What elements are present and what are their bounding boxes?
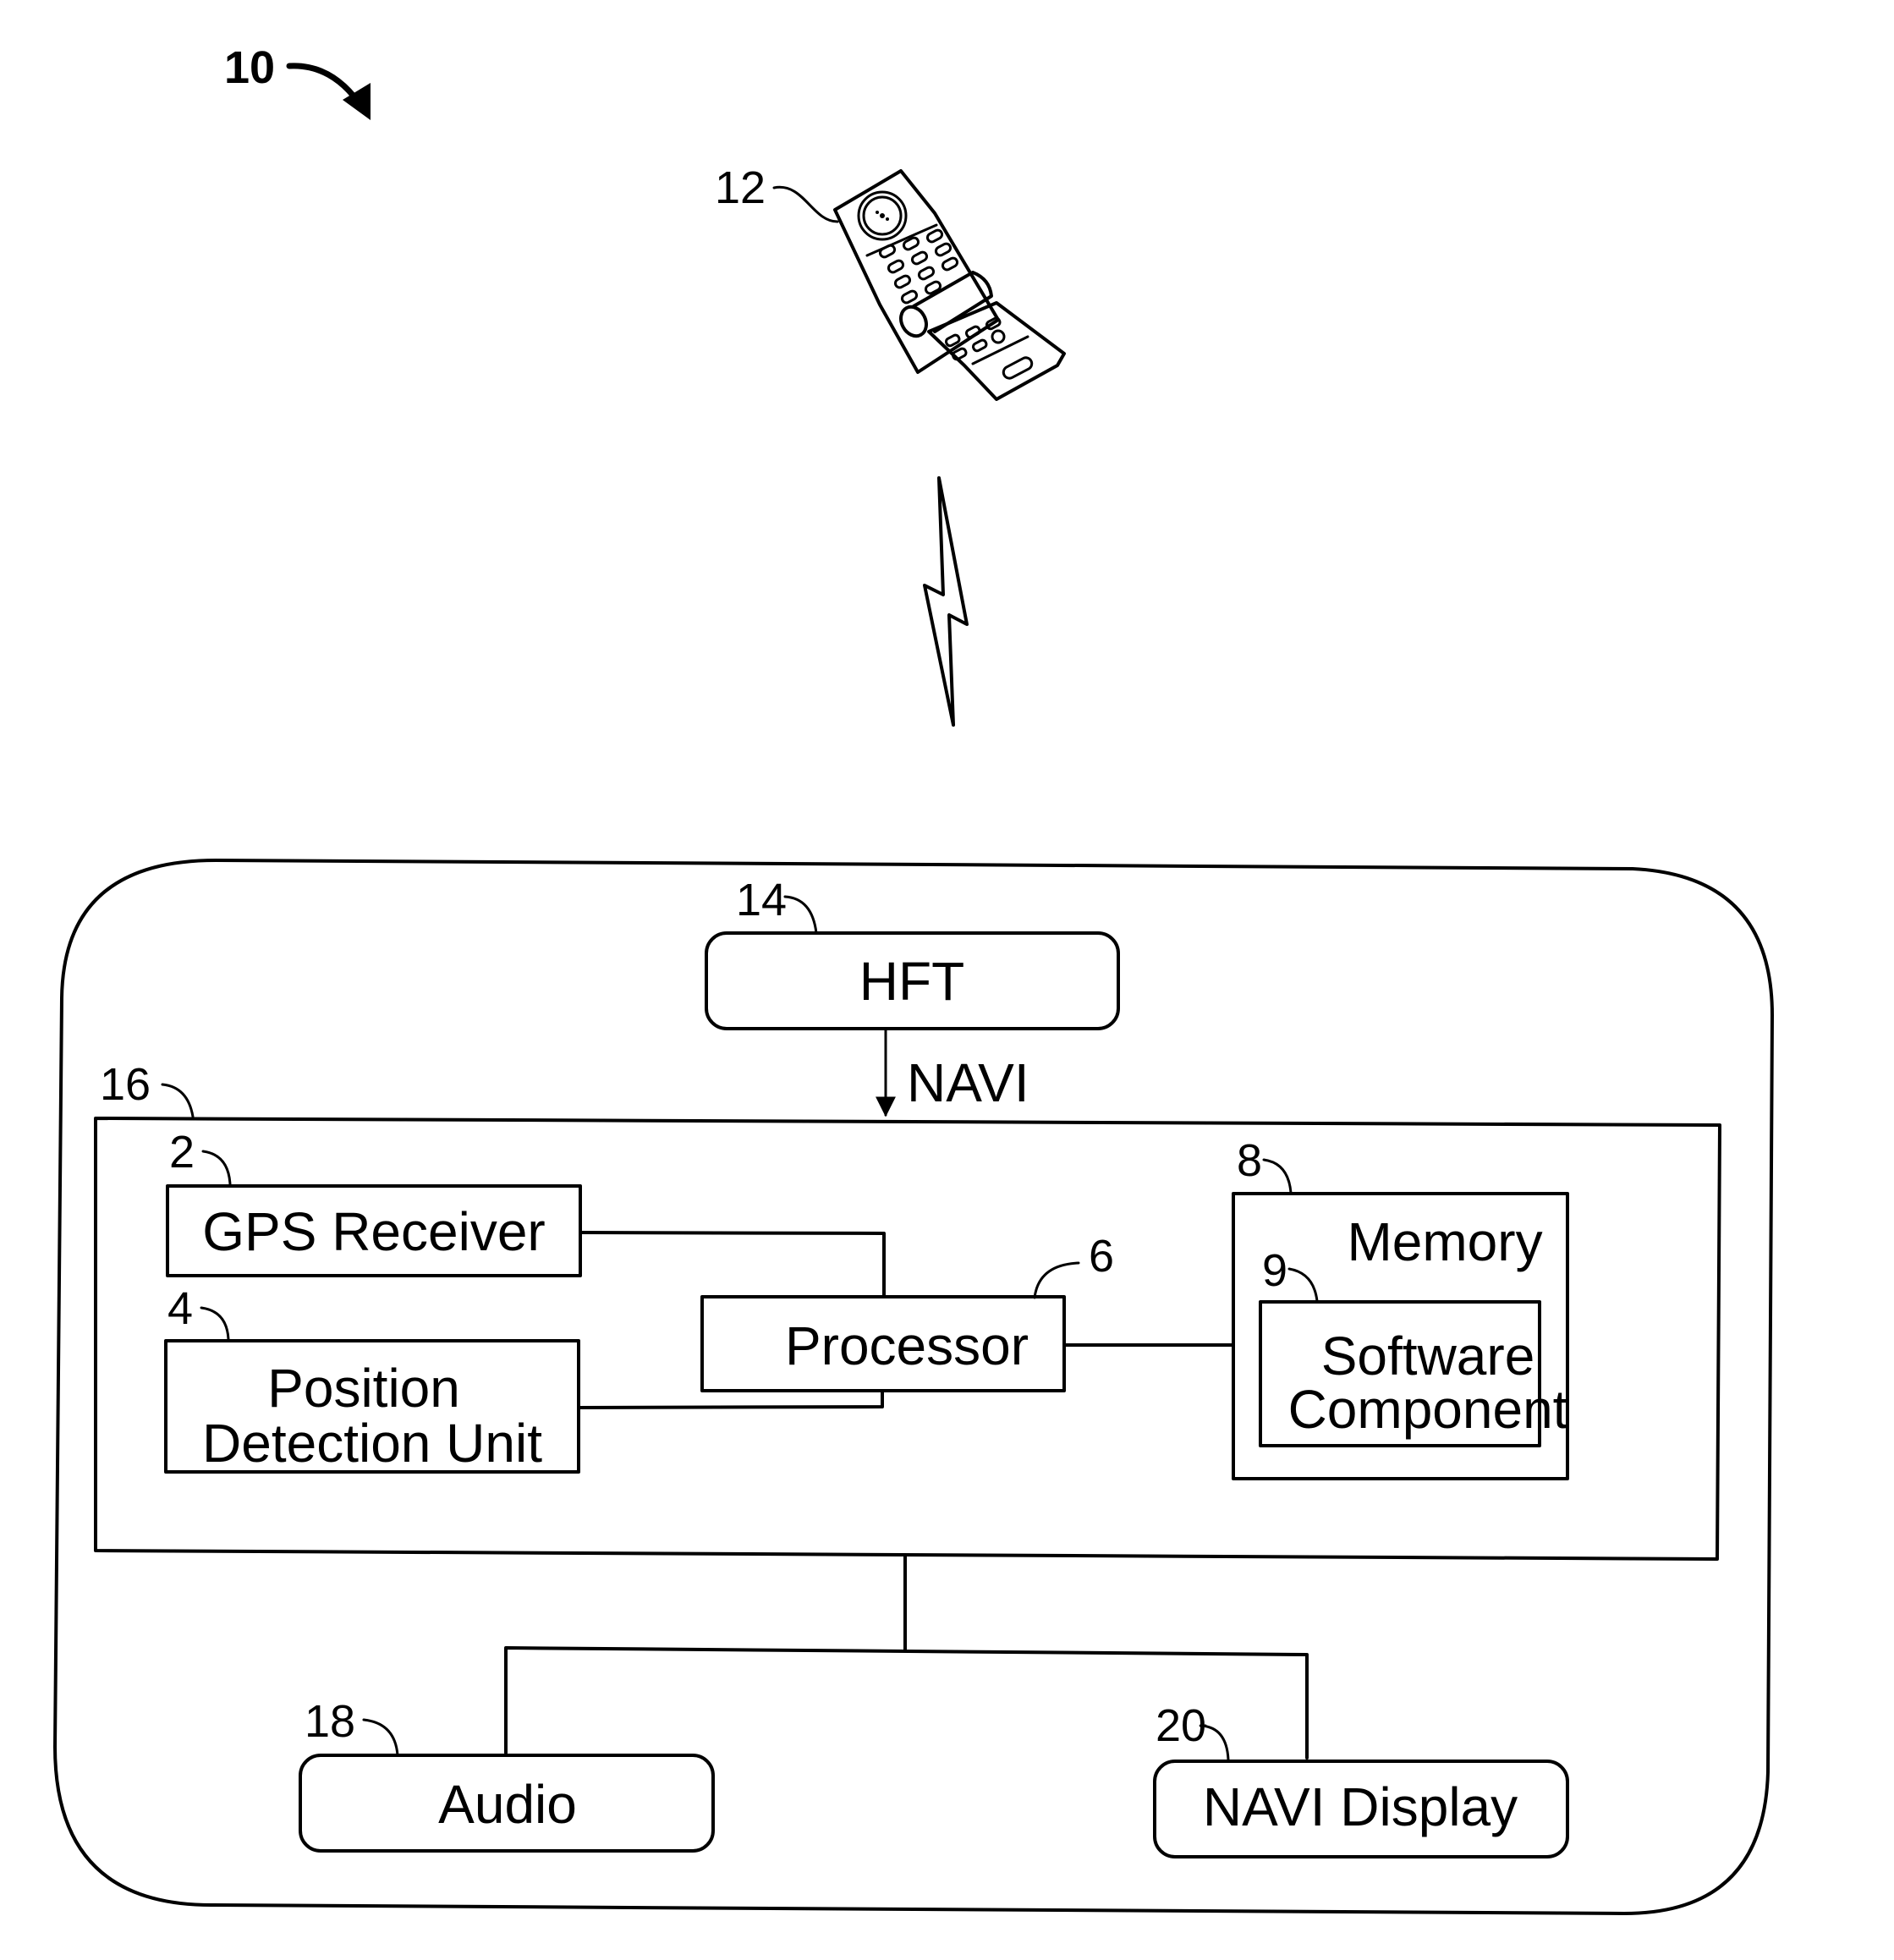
flip-phone-icon: [833, 169, 1066, 401]
position-to-processor-connector: [577, 1389, 884, 1409]
memory-leader-line: [1262, 1158, 1293, 1194]
audio-label: Audio: [438, 1774, 577, 1835]
navi-display-module: 20 NAVI Display: [1153, 1700, 1569, 1858]
audio-reference: 18: [305, 1696, 355, 1747]
position-detection-unit: 4 Position Detection Unit: [164, 1283, 580, 1474]
phone-reference: 12: [715, 162, 766, 213]
hft-label: HFT: [859, 951, 964, 1012]
gps-receiver-reference: 2: [169, 1127, 195, 1178]
navi-signal-label: NAVI: [907, 1052, 1029, 1113]
memory: 8 Memory 9 Software Component: [1232, 1135, 1569, 1480]
audio-leader-line: [362, 1718, 399, 1757]
gps-receiver-label: GPS Receiver: [202, 1201, 545, 1262]
navigation-unit-reference: 16: [100, 1059, 151, 1110]
mobile-phone: 12: [715, 162, 1066, 401]
software-component-label-line1: Software: [1321, 1326, 1535, 1386]
hft-leader-line: [783, 895, 818, 935]
position-detection-label-line1: Position: [267, 1358, 460, 1419]
navigation-unit: 16: [94, 1059, 1721, 1561]
navi-display-reference: 20: [1156, 1700, 1206, 1751]
software-component-leader-line: [1287, 1267, 1319, 1303]
figure-reference: 10: [224, 42, 371, 120]
gps-leader-line: [201, 1150, 232, 1186]
navi-display-label: NAVI Display: [1203, 1776, 1518, 1837]
gps-to-processor-connector: [579, 1231, 886, 1298]
phone-leader-line: [772, 185, 839, 223]
processor: 6 Processor: [700, 1231, 1114, 1392]
software-component-label-line2: Component: [1288, 1379, 1568, 1440]
hft-module: 14 HFT: [705, 875, 1120, 1030]
hft-reference: 14: [736, 875, 787, 925]
processor-leader-line: [1033, 1261, 1080, 1299]
navigation-unit-leader-line: [161, 1083, 195, 1118]
memory-reference: 8: [1237, 1135, 1262, 1186]
lightning-bolt-icon: [923, 476, 969, 727]
figure-number: 10: [224, 42, 275, 93]
position-detection-leader-line: [200, 1306, 230, 1341]
gps-receiver: 2 GPS Receiver: [166, 1127, 582, 1277]
patent-figure: 10 12 14 HFT NAVI 16 2 GPS Receiver 4 Po…: [53, 42, 1774, 1915]
processor-label: Processor: [785, 1315, 1029, 1376]
position-detection-reference: 4: [167, 1283, 193, 1334]
position-detection-label-line2: Detection Unit: [202, 1413, 542, 1474]
memory-label: Memory: [1347, 1211, 1542, 1272]
software-component-reference: 9: [1262, 1245, 1287, 1296]
processor-reference: 6: [1089, 1231, 1114, 1282]
